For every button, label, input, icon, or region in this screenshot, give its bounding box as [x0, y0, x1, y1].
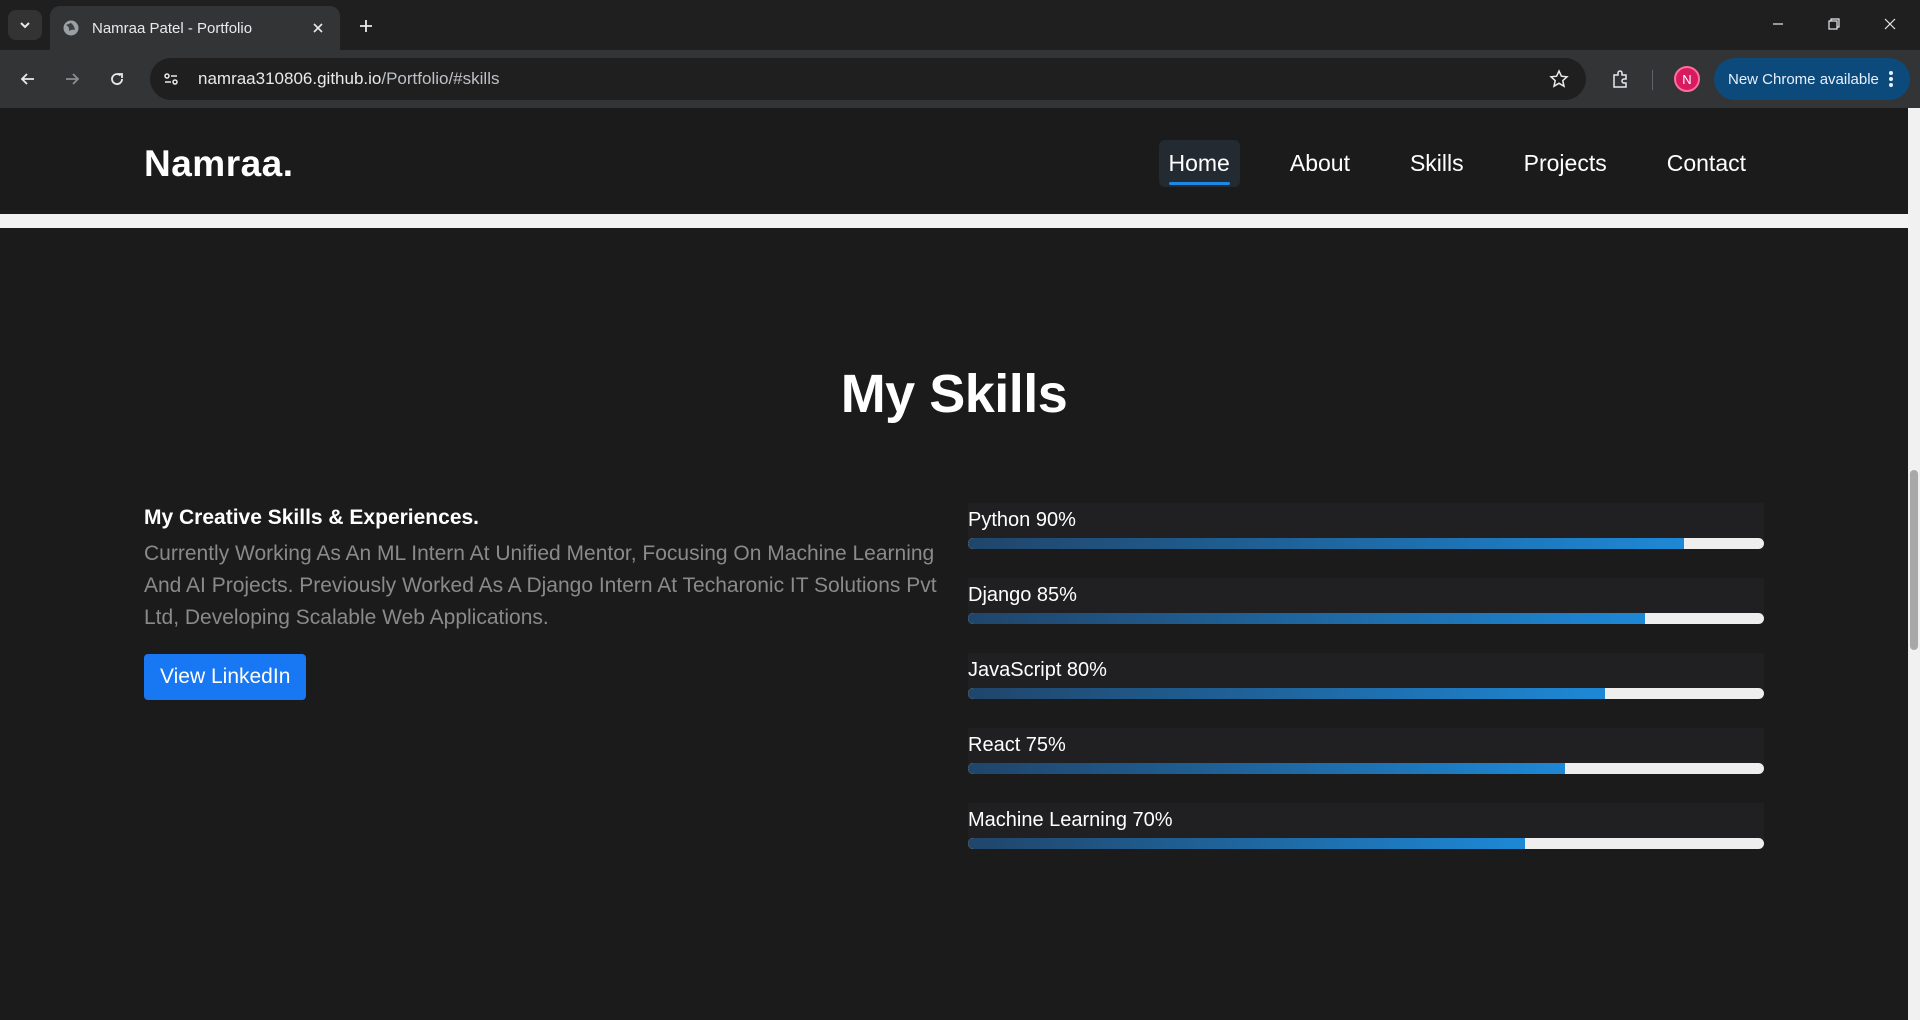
- minimize-icon: [1773, 23, 1783, 25]
- close-icon: [1884, 18, 1896, 30]
- skill-label: Machine Learning 70%: [968, 809, 1173, 831]
- nav-link-skills[interactable]: Skills: [1400, 140, 1474, 187]
- new-tab-button[interactable]: [352, 12, 380, 40]
- skills-description: Currently Working As An ML Intern At Uni…: [144, 542, 937, 629]
- nav-link-contact[interactable]: Contact: [1657, 140, 1756, 187]
- nav-link-projects[interactable]: Projects: [1514, 140, 1617, 187]
- toolbar-divider: [1652, 70, 1653, 90]
- restore-icon: [1828, 18, 1840, 30]
- skill-label: Django 85%: [968, 584, 1077, 606]
- puzzle-icon: [1613, 70, 1627, 88]
- skill-item: Machine Learning 70%: [968, 803, 1764, 849]
- page-scrollbar[interactable]: [1908, 108, 1920, 1020]
- minimize-button[interactable]: [1758, 8, 1798, 40]
- extensions-button[interactable]: [1604, 63, 1636, 95]
- arrow-left-icon: [20, 73, 34, 85]
- section-title: My Skills: [840, 364, 1068, 424]
- scrollbar-thumb[interactable]: [1910, 470, 1918, 650]
- plus-icon: [360, 20, 372, 32]
- more-vert-icon[interactable]: [1880, 64, 1902, 94]
- browser-tab[interactable]: Namraa Patel - Portfolio: [50, 6, 340, 50]
- close-icon[interactable]: [308, 18, 328, 38]
- restore-button[interactable]: [1814, 8, 1854, 40]
- update-label: New Chrome available: [1728, 70, 1879, 88]
- chevron-down-icon: [20, 22, 30, 29]
- skill-progress-fill: [968, 763, 1565, 774]
- skill-progress-fill: [968, 838, 1526, 849]
- nav-link-home[interactable]: Home: [1158, 140, 1240, 187]
- back-button[interactable]: [12, 63, 44, 95]
- skill-progress-track: [968, 538, 1764, 549]
- close-window-button[interactable]: [1870, 8, 1910, 40]
- profile-avatar[interactable]: N: [1674, 66, 1700, 92]
- view-linkedin-button[interactable]: View LinkedIn: [144, 654, 307, 700]
- reload-icon: [111, 73, 123, 85]
- skill-item: JavaScript 80%: [968, 653, 1764, 699]
- skills-list: Python 90% Django 85% JavaScript 80% Rea…: [968, 503, 1764, 878]
- forward-button[interactable]: [56, 63, 88, 95]
- skill-progress-fill: [968, 688, 1605, 699]
- reload-button[interactable]: [101, 63, 133, 95]
- skill-progress-fill: [968, 538, 1685, 549]
- skill-item: React 75%: [968, 728, 1764, 774]
- site-logo[interactable]: Namraa.: [144, 143, 294, 185]
- tab-title: Namraa Patel - Portfolio: [92, 19, 253, 37]
- tab-strip: Namraa Patel - Portfolio: [0, 0, 1920, 50]
- globe-icon: [62, 19, 80, 37]
- bookmark-star-icon[interactable]: [1546, 66, 1572, 92]
- browser-toolbar: namraa310806.github.io/Portfolio/#skills…: [0, 50, 1920, 108]
- skill-item: Python 90%: [968, 503, 1764, 549]
- skill-label: React 75%: [968, 734, 1066, 756]
- skill-progress-fill: [968, 613, 1645, 624]
- nav-link-about[interactable]: About: [1280, 140, 1360, 187]
- skills-heading: My Creative Skills & Experiences.: [144, 506, 480, 529]
- page-viewport: Namraa. Home About Skills Projects Conta…: [0, 108, 1920, 1020]
- site-header: Namraa. Home About Skills Projects Conta…: [0, 108, 1908, 228]
- skills-intro: My Creative Skills & Experiences. Curren…: [144, 506, 944, 700]
- main-nav: Home About Skills Projects Contact: [1119, 140, 1757, 187]
- url-path: /Portfolio/#skills: [381, 69, 500, 88]
- address-bar[interactable]: namraa310806.github.io/Portfolio/#skills: [150, 58, 1586, 100]
- tab-search-button[interactable]: [8, 10, 42, 40]
- skill-progress-track: [968, 763, 1764, 774]
- site-info-icon[interactable]: [154, 62, 188, 96]
- skill-progress-track: [968, 838, 1764, 849]
- url-text: namraa310806.github.io/Portfolio/#skills: [198, 69, 499, 89]
- skill-label: JavaScript 80%: [968, 659, 1107, 681]
- skill-label: Python 90%: [968, 509, 1076, 531]
- chrome-update-button[interactable]: New Chrome available: [1714, 58, 1910, 100]
- url-host: namraa310806.github.io: [198, 69, 382, 88]
- arrow-right-icon: [66, 73, 80, 85]
- skill-item: Django 85%: [968, 578, 1764, 624]
- skill-progress-track: [968, 688, 1764, 699]
- skill-progress-track: [968, 613, 1764, 624]
